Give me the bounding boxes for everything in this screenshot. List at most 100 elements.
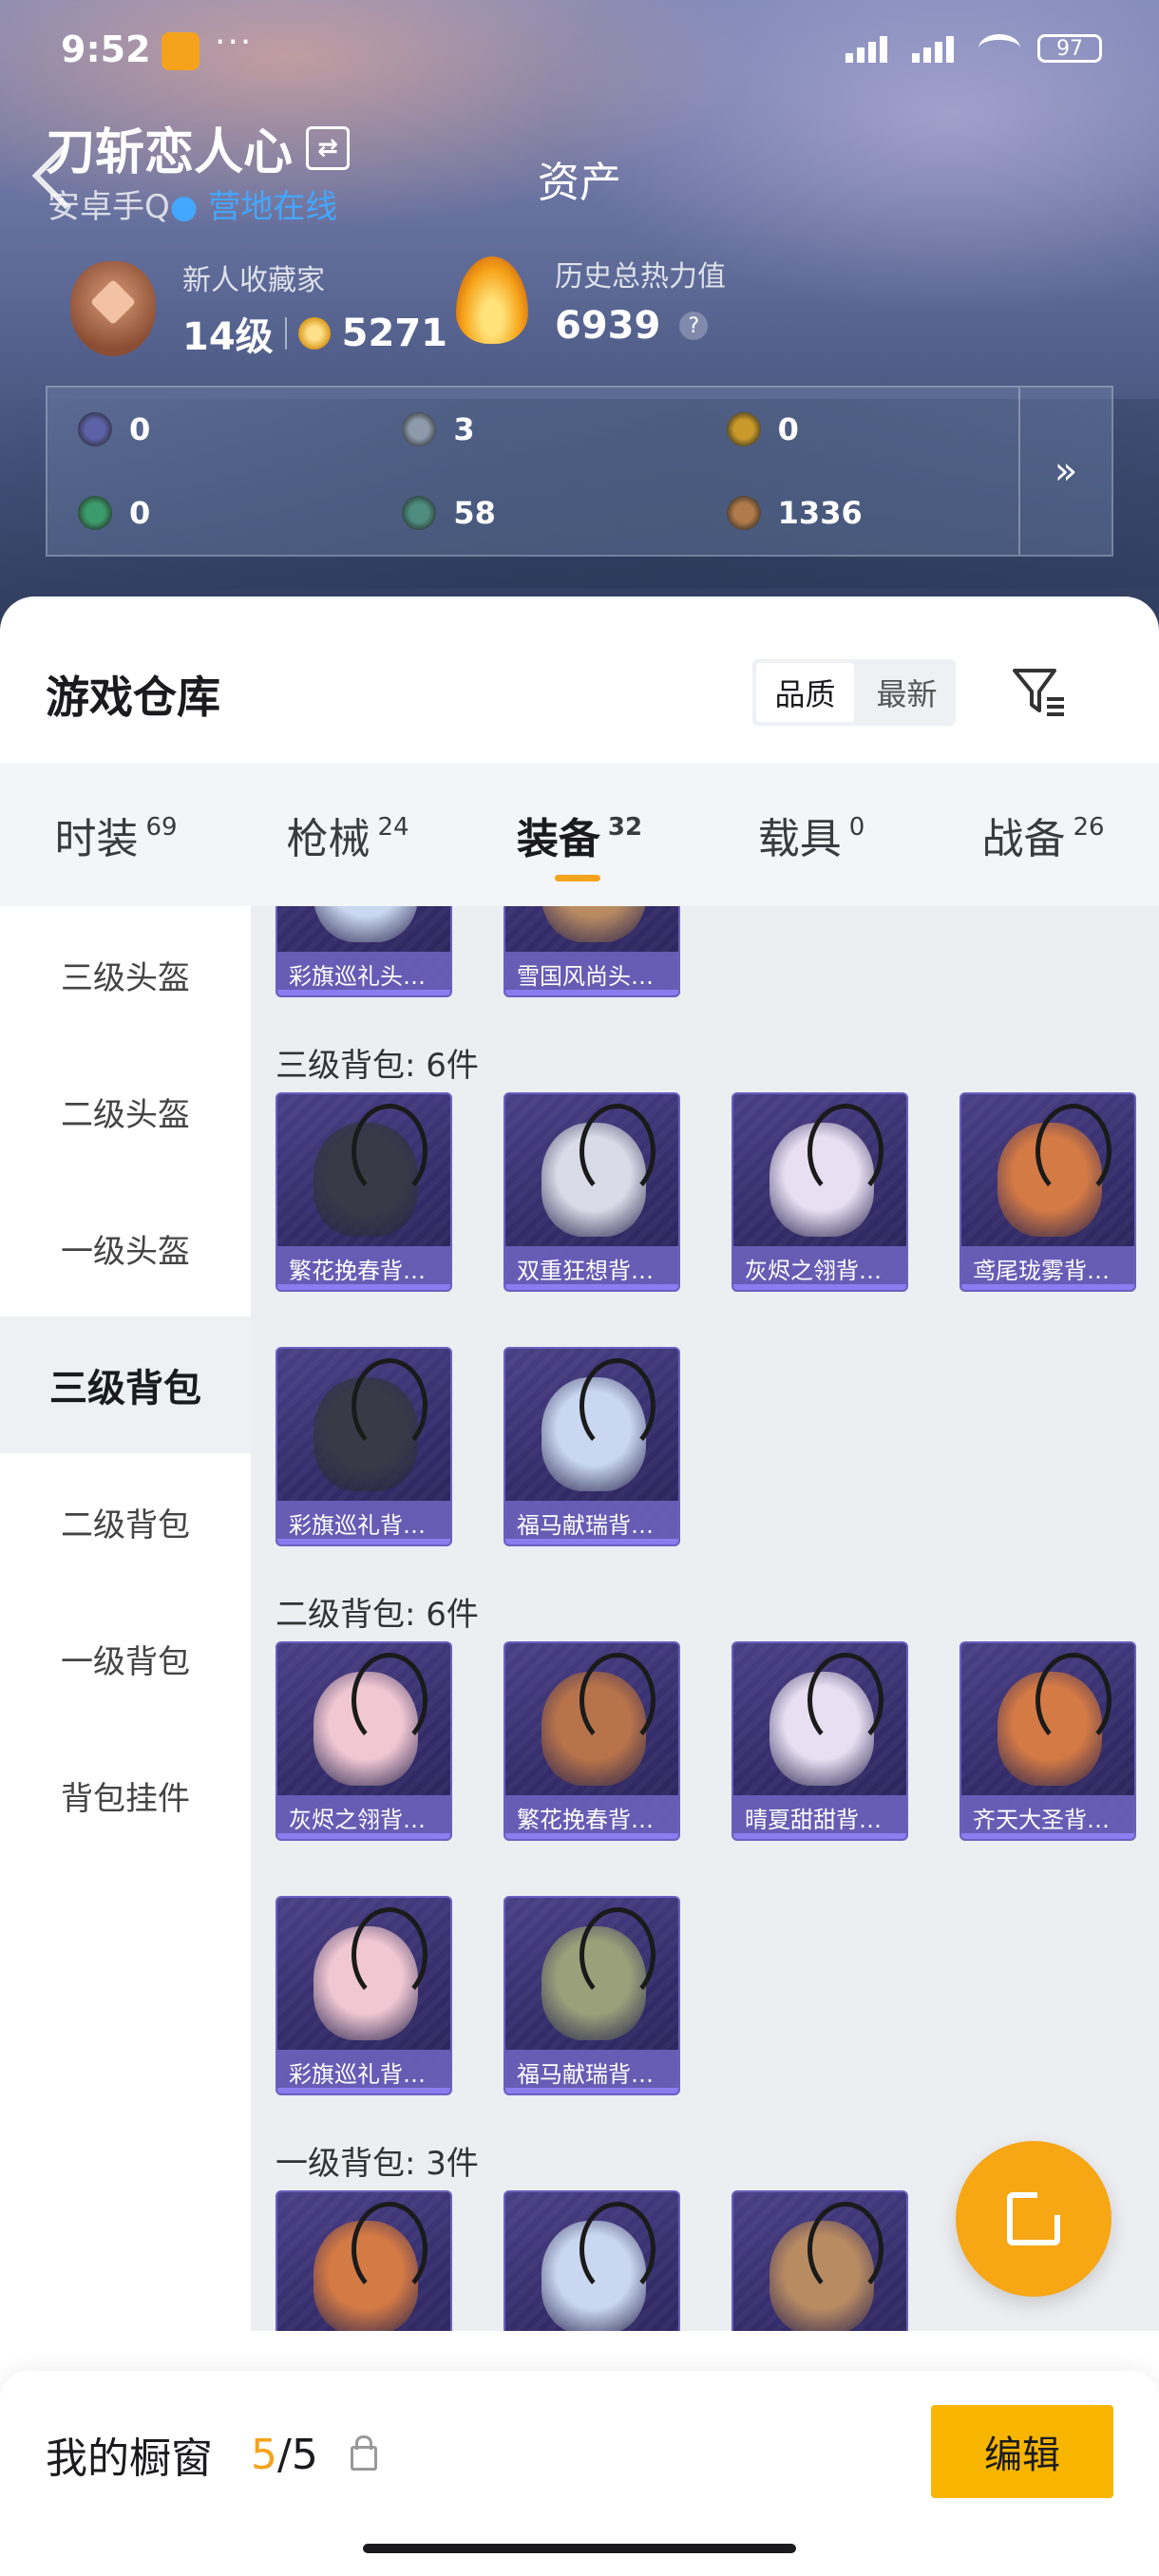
item-card[interactable]: 鸢尾珑雾背… [960,1092,1136,1292]
tab-1[interactable]: 枪械 24 [232,764,464,906]
item-card[interactable]: 繁花挽春背… [276,1092,452,1292]
item-underline [505,1284,678,1290]
item-underline [961,1284,1134,1290]
rank-level: 14级 [182,315,274,359]
currency-item: 3 [371,388,695,471]
sort-by-newest[interactable]: 最新 [858,659,956,726]
sidebar-item[interactable]: 三级背包 [0,1316,251,1453]
currency-item: 0 [696,388,1020,471]
tab-2[interactable]: 装备 32 [464,764,695,906]
showcase-label: 我的橱窗 [46,2434,213,2483]
item-underline [733,1833,906,1839]
item-card[interactable]: 晴夏甜甜背… [276,2190,452,2331]
currency-value: 0 [129,411,151,447]
home-indicator [363,2544,796,2553]
share-button[interactable] [956,2141,1112,2297]
item-card[interactable]: 彩旗巡礼背… [276,1896,452,2095]
sidebar-item[interactable]: 一级背包 [0,1590,251,1727]
bronze-coin-icon [726,496,761,530]
strap-decoration [580,2202,656,2297]
tab-count: 32 [607,813,643,842]
collector-rank[interactable]: 新人收藏家 14级 5271 [70,256,447,361]
item-card[interactable]: 双重狂想背… [504,1092,680,1292]
platform-label: 安卓手Q [48,188,170,226]
sidebar-item[interactable]: 三级头盔 [0,906,251,1043]
battery-icon: 97 [1037,34,1102,63]
tab-label: 装备 [516,815,600,863]
tab-count: 24 [377,813,409,842]
jade-coin-icon [402,496,437,530]
account-subline: 安卓手Q● 营地在线 [48,188,338,226]
rank-medal-icon [70,261,156,356]
strap-decoration [1036,1653,1112,1748]
switch-account-icon[interactable]: ⇄ [306,125,351,170]
item-card[interactable]: 彩旗巡礼背… [276,1347,452,1546]
rank-name: 新人收藏家 [182,264,325,297]
status-time: 9:52 [61,28,151,70]
flame-icon [456,256,528,344]
tab-label: 枪械 [286,815,370,863]
strap-decoration [352,2202,428,2297]
tab-count: 69 [145,813,178,842]
tab-count: 0 [848,813,865,842]
wifi-icon [978,34,1020,63]
sidebar-item[interactable]: 背包挂件 [0,1727,251,1864]
heat-value: 6939 [555,304,661,348]
currency-value: 1336 [777,495,863,531]
item-card[interactable]: 福马献瑞背… [504,1896,680,2095]
tab-0[interactable]: 时装 69 [0,764,232,906]
sort-by-quality[interactable]: 品质 [756,663,854,722]
item-grid: 彩旗巡礼头… 雪国风尚头… 三级背包: 6件繁花挽春背… 双重狂想背… 灰烬之翎背… 鸢尾… [251,906,1159,2331]
tab-count: 26 [1073,813,1105,842]
strap-decoration [580,1907,656,2002]
item-underline [277,1284,450,1290]
expand-currencies-button[interactable]: » [1018,388,1112,555]
help-icon[interactable]: ? [679,312,709,340]
item-card[interactable]: 灰烬之翎背… [732,1092,908,1292]
gold-coin-icon [726,412,761,446]
sort-toggle: 品质 最新 [752,659,956,726]
currency-panel: 0 3 0 0 58 1336 » [46,386,1113,557]
item-card[interactable]: 福马献瑞背… [732,2190,908,2331]
item-card[interactable]: 彩旗巡礼头… [276,906,452,997]
item-card[interactable] [504,2190,680,2331]
green-card-icon [78,496,112,530]
item-thumbnail [314,906,418,942]
lock-icon [350,2435,377,2471]
sidebar-item[interactable]: 二级背包 [0,1453,251,1590]
strap-decoration [808,1104,884,1199]
item-underline [277,1539,450,1544]
item-underline [505,1833,678,1839]
item-card[interactable]: 雪国风尚头… [504,906,680,997]
currency-item: 1336 [696,471,1020,555]
edit-button[interactable]: 编辑 [931,2405,1113,2498]
status-bar: 9:52 ··· 97 [0,0,1159,104]
tab-3[interactable]: 载具 0 [695,764,927,906]
share-icon [1007,2187,1066,2245]
app-notification-icon [162,32,200,70]
more-notifications-icon: ··· [215,23,254,62]
sidebar-item[interactable]: 一级头盔 [0,1180,251,1316]
currency-value: 0 [129,495,151,531]
sidebar-item[interactable]: 二级头盔 [0,1043,251,1180]
tab-label: 战备 [981,815,1066,863]
item-card[interactable]: 齐天大圣背… [960,1641,1136,1841]
tab-4[interactable]: 战备 26 [927,764,1159,906]
online-status: 营地在线 [208,188,338,226]
currency-value: 0 [777,411,799,447]
item-card[interactable]: 繁花挽春背… [504,1641,680,1841]
strap-decoration [352,1907,428,2002]
strap-decoration [580,1653,656,1748]
signal-icon [846,34,895,63]
showcase-total: /5 [277,2430,318,2479]
currency-item: 0 [48,471,371,555]
warehouse-title: 游戏仓库 [46,672,220,723]
filter-icon[interactable] [1011,663,1068,720]
item-underline [277,1833,450,1839]
username-text: 刀斩恋人心 [46,124,294,181]
item-card[interactable]: 灰烬之翎背… [276,1641,452,1841]
item-card[interactable]: 福马献瑞背… [504,1347,680,1546]
item-card[interactable]: 晴夏甜甜背… [732,1641,908,1841]
section-title: 三级背包: 6件 [276,1047,479,1085]
section-title: 二级背包: 6件 [276,1596,479,1634]
